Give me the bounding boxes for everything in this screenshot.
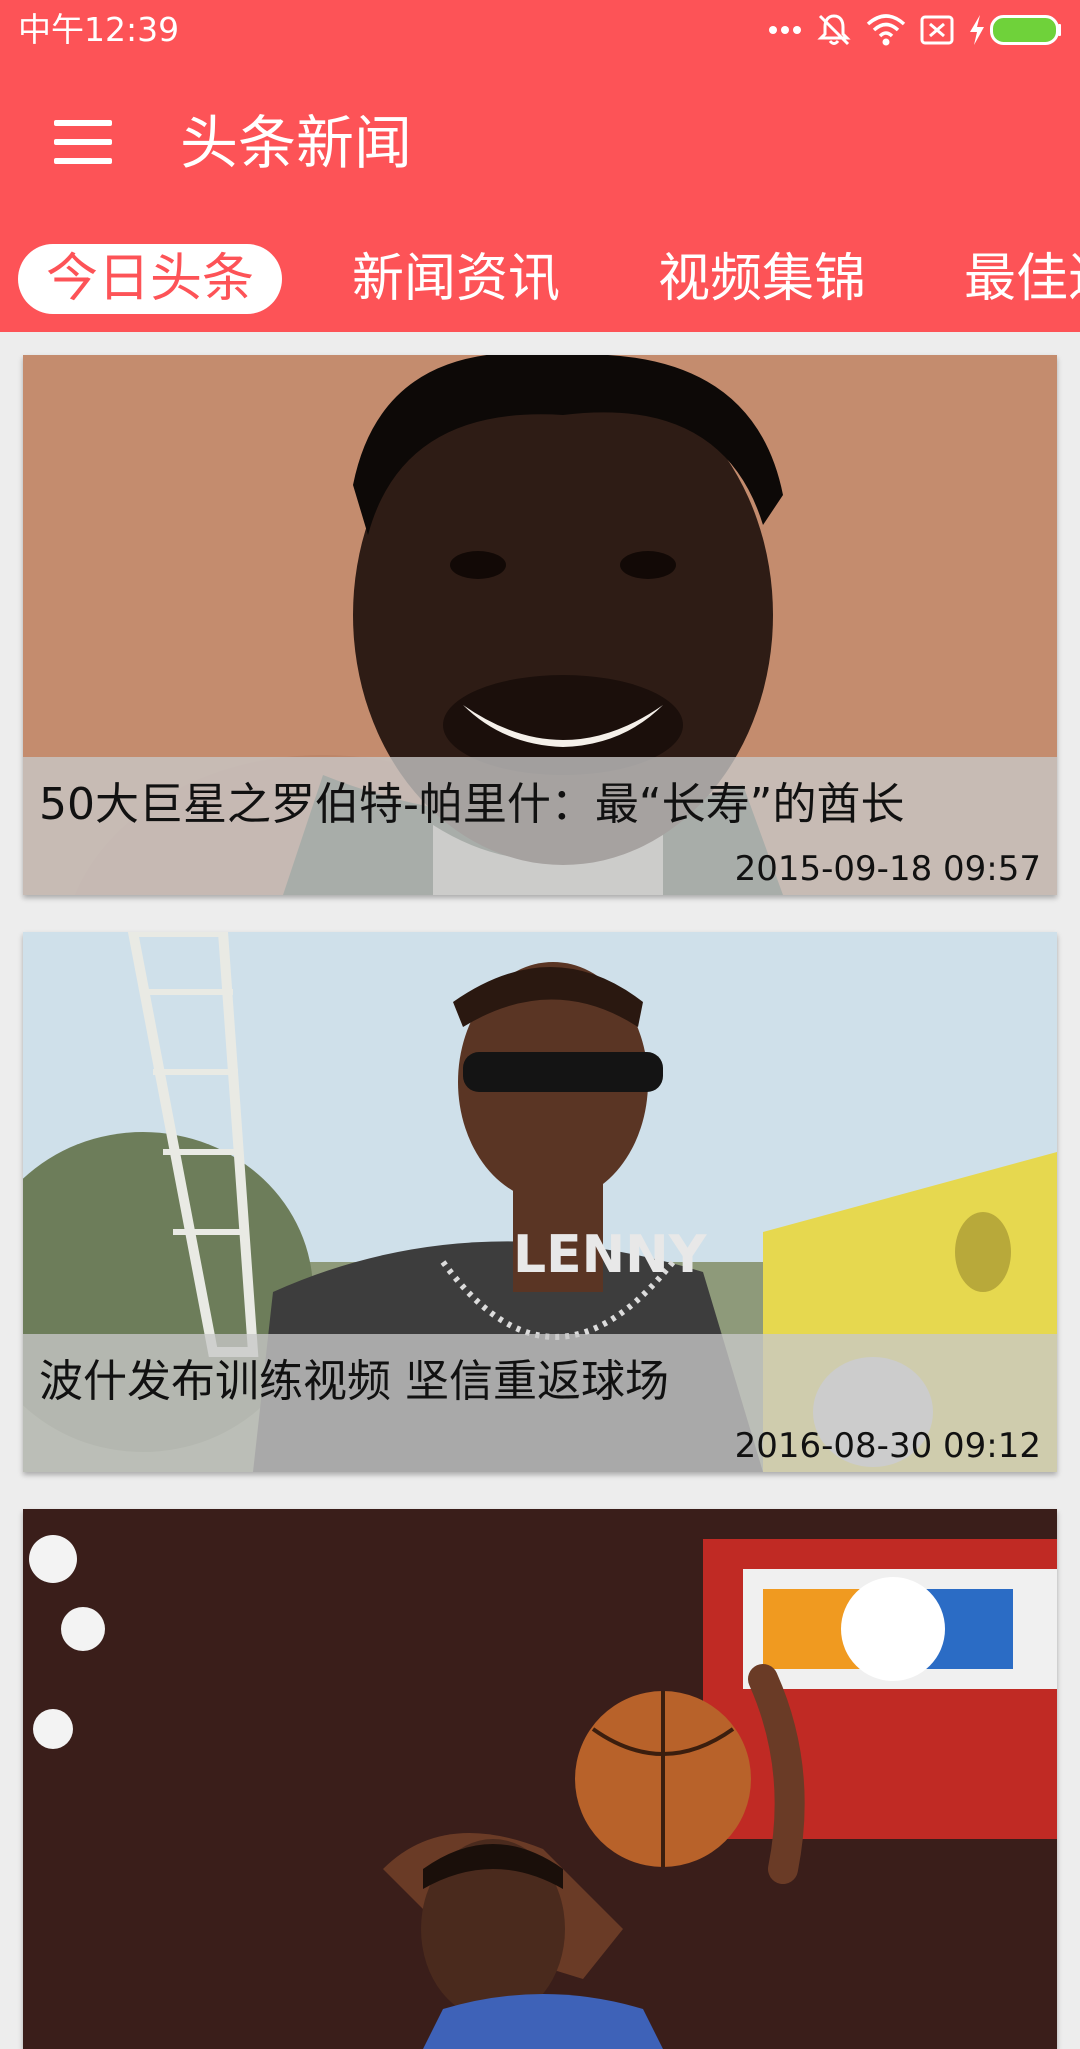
news-title: 50大巨星之罗伯特-帕里什：最“长寿”的酋长 [39, 779, 905, 830]
news-time: 2016-08-30 09:12 [734, 1426, 1041, 1466]
hamburger-menu-icon-line [54, 158, 112, 164]
tab-best[interactable]: 最佳进 [964, 244, 1080, 314]
hamburger-menu-icon [54, 120, 112, 126]
wifi-icon [866, 14, 906, 46]
sim-icon [920, 15, 954, 45]
app-title: 头条新闻 [180, 109, 413, 177]
mute-icon [817, 14, 851, 46]
charging-icon [970, 15, 984, 45]
news-caption: 50大巨星之罗伯特-帕里什：最“长寿”的酋长 2015-09-18 09:57 [23, 757, 1057, 895]
tab-video-highlights[interactable]: 视频集锦 [658, 244, 866, 314]
status-icons [754, 12, 1062, 48]
status-bar: 中午12:39 [0, 0, 1080, 60]
status-time: 中午12:39 [18, 10, 180, 49]
news-caption: 波什发布训练视频 坚信重返球场 2016-08-30 09:12 [23, 1334, 1057, 1472]
battery-icon [990, 15, 1061, 45]
more-dots-icon [769, 26, 801, 34]
news-time: 2015-09-18 09:57 [734, 849, 1041, 889]
tab-news[interactable]: 新闻资讯 [352, 244, 560, 314]
news-image [23, 1509, 1057, 2049]
app-header: 中午12:39 头条新闻 今日头条 新闻资讯 视频集锦 最佳 [0, 0, 1080, 332]
menu-button[interactable] [54, 120, 114, 164]
news-title: 波什发布训练视频 坚信重返球场 [39, 1356, 669, 1407]
tab-bar: 今日头条 新闻资讯 视频集锦 最佳进 [0, 244, 1080, 318]
tab-today-headlines[interactable]: 今日头条 [18, 244, 283, 314]
svg-text:LENNY: LENNY [513, 1225, 708, 1285]
hamburger-menu-icon-line [54, 139, 112, 145]
news-card[interactable] [23, 1509, 1057, 2049]
news-card[interactable]: 50大巨星之罗伯特-帕里什：最“长寿”的酋长 2015-09-18 09:57 [23, 355, 1057, 895]
news-card[interactable]: LENNY 波什发布训练视频 坚信重返球场 2016-08-30 09:12 [23, 932, 1057, 1472]
